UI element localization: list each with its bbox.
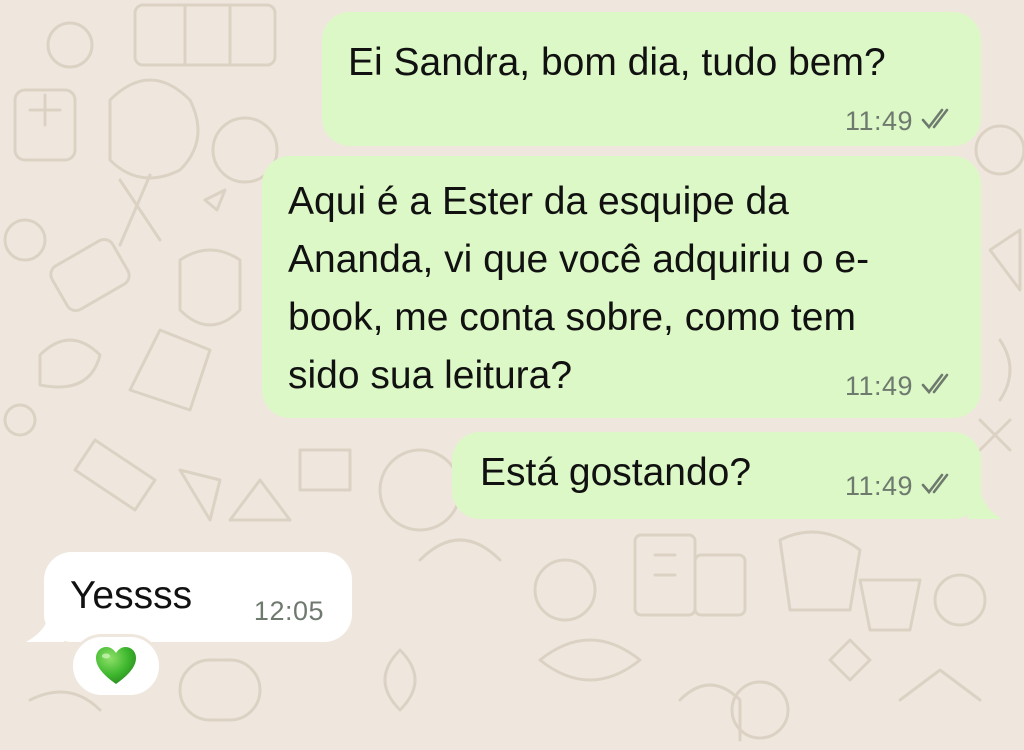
message-meta: 12:05 [254,596,324,627]
outgoing-message-bubble[interactable]: Ei Sandra, bom dia, tudo bem? 11:49 [322,12,981,146]
double-check-icon [921,471,955,502]
double-check-icon [921,106,955,137]
message-meta: 11:49 [845,371,955,402]
incoming-message-bubble[interactable]: Yessss 12:05 [44,552,352,642]
outgoing-message-bubble[interactable]: Está gostando? 11:49 [452,432,981,519]
message-text: Está gostando? [480,451,752,494]
message-meta: 11:49 [845,106,955,137]
message-text: Aqui é a Ester da esquipe da Ananda, vi … [288,180,870,397]
bubble-tail [968,486,1002,519]
green-heart-icon [96,647,136,684]
double-check-icon [921,371,955,402]
bubble-tail [26,610,64,642]
message-timestamp: 11:49 [844,471,913,501]
message-text: Yessss [70,574,193,617]
message-text: Ei Sandra, bom dia, tudo bem? [348,41,886,84]
outgoing-message-bubble[interactable]: Aqui é a Ester da esquipe da Ananda, vi … [262,156,981,418]
reaction-pill[interactable] [70,634,162,698]
message-timestamp: 12:05 [253,596,324,626]
message-timestamp: 11:49 [844,106,913,136]
message-timestamp: 11:49 [844,371,913,401]
message-meta: 11:49 [845,471,955,502]
